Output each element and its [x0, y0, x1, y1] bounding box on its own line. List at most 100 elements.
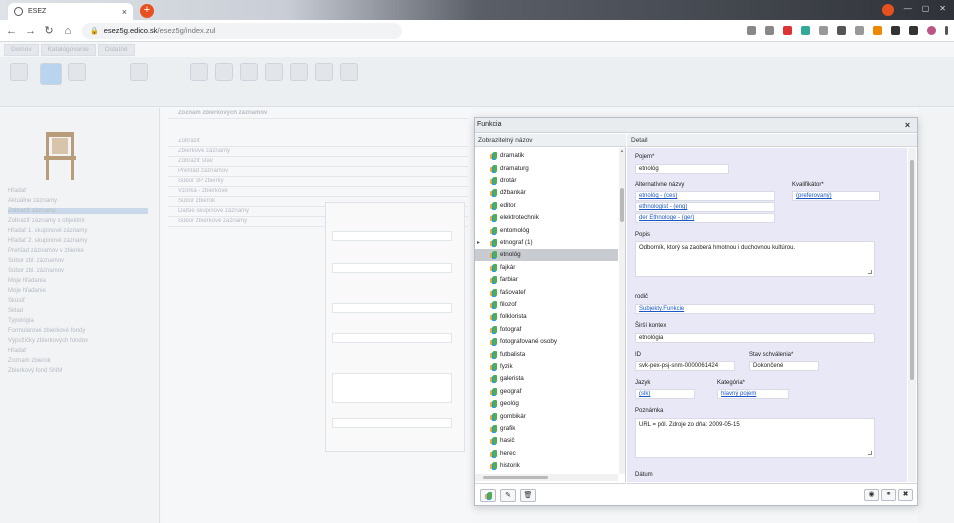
list-item[interactable]: dramatik [475, 150, 618, 162]
menu-icon[interactable] [945, 26, 948, 35]
left-row[interactable]: Zobraziť záznamy [8, 208, 148, 214]
list-item[interactable]: fajkár [475, 262, 618, 274]
ribbon-button[interactable] [190, 63, 208, 81]
home-icon[interactable]: ⌂ [63, 25, 73, 37]
left-row[interactable]: Výpožičky zbierkových fondov [8, 338, 88, 344]
list-item[interactable]: historik [475, 460, 618, 472]
qualifier-field[interactable]: (preferovaný) [792, 191, 880, 201]
language-field[interactable]: (slk) [635, 389, 695, 399]
left-row[interactable]: Súbor zbl. záznamov [8, 258, 64, 264]
alt-name-field[interactable]: etnológ - (ces) [635, 191, 775, 201]
list-item[interactable]: dramaturg [475, 162, 618, 174]
list-item[interactable]: geológ [475, 398, 618, 410]
extension-icon[interactable] [783, 26, 792, 35]
list-item[interactable]: fotograf [475, 324, 618, 336]
sidebar-icon[interactable] [909, 26, 918, 35]
subpanel-field[interactable] [332, 333, 452, 343]
alt-name-link[interactable]: ethnologist - (eng) [639, 204, 687, 210]
browser-tab[interactable]: ESEZ × [8, 3, 133, 20]
left-row[interactable]: Hľadať 1. skupinové záznamy [8, 228, 87, 234]
alt-name-field[interactable]: der Ethnologe - (ger) [635, 213, 775, 223]
mid-row[interactable]: Zbierkové záznamy [168, 148, 468, 157]
list-item[interactable]: gombikár [475, 410, 618, 422]
alt-name-field[interactable]: ethnologist - (eng) [635, 202, 775, 212]
list-item[interactable]: drotár [475, 175, 618, 187]
alt-name-link[interactable]: etnológ - (ces) [639, 193, 677, 199]
list-item[interactable]: editor [475, 200, 618, 212]
expand-icon[interactable]: ▸ [477, 239, 483, 246]
back-icon[interactable]: ← [6, 25, 17, 37]
scrollbar-thumb[interactable] [620, 188, 624, 222]
subpanel-field[interactable] [332, 373, 452, 403]
pojem-field[interactable]: etnológ [635, 164, 729, 174]
reload-icon[interactable]: ↻ [44, 24, 54, 37]
minimize-icon[interactable]: — [904, 4, 912, 16]
list-item[interactable]: fyzik [475, 361, 618, 373]
list-item[interactable]: hasič [475, 435, 618, 447]
list-item[interactable]: folklorista [475, 311, 618, 323]
mid-row[interactable]: Vzorka - zbierkové [168, 188, 468, 197]
left-row[interactable]: Hľadať 2. skupinové záznamy [8, 238, 87, 244]
list-item[interactable]: farbiar [475, 274, 618, 286]
add-button[interactable] [480, 488, 496, 502]
resize-grip-icon[interactable] [868, 451, 872, 455]
left-row[interactable]: Zoznam zbierok [8, 358, 51, 364]
ribbon-button[interactable] [130, 63, 148, 81]
list-column-header[interactable]: Zobrazitelný názov [475, 134, 626, 147]
list-vertical-scrollbar[interactable]: ▲ [619, 148, 625, 474]
subpanel-field[interactable] [332, 303, 452, 313]
subpanel-field[interactable] [332, 418, 452, 428]
alt-name-link[interactable]: der Ethnologe - (ger) [639, 215, 694, 221]
forward-icon[interactable]: → [25, 25, 36, 37]
language-link[interactable]: (slk) [639, 391, 650, 397]
subpanel-field[interactable] [332, 263, 452, 273]
list-item[interactable]: džbankár [475, 187, 618, 199]
list-item[interactable]: entomológ [475, 224, 618, 236]
left-row[interactable]: Skúsiť [8, 298, 25, 304]
tab-close-icon[interactable]: × [122, 7, 127, 17]
scrollbar-thumb[interactable] [483, 476, 548, 479]
detail-vertical-scrollbar[interactable] [908, 148, 916, 482]
list-item[interactable]: ▸ etnograf (1) [475, 237, 618, 249]
edit-button[interactable]: ✎ [500, 488, 516, 502]
list-item[interactable]: galerista [475, 373, 618, 385]
share-icon[interactable] [747, 26, 756, 35]
ribbon-button[interactable] [290, 63, 308, 81]
left-row[interactable]: Aktuálne záznamy [8, 198, 57, 204]
left-row[interactable]: Typológia [8, 318, 34, 324]
approval-status-field[interactable]: Dokončené [749, 361, 819, 371]
list-item[interactable]: etnológ [475, 249, 618, 261]
ribbon-button[interactable] [10, 63, 28, 81]
left-row[interactable]: Prehľad záznamov v zbierke [8, 248, 84, 254]
close-button[interactable]: ✖ [898, 489, 913, 501]
list-horizontal-scrollbar[interactable] [475, 474, 618, 481]
scrollbar-thumb[interactable] [910, 160, 914, 380]
broader-context-field[interactable]: etnológia [635, 333, 875, 343]
view-button[interactable]: ◉ [864, 489, 879, 501]
left-row[interactable]: Zobraziť záznamy s objektmi [8, 218, 85, 224]
parent-link[interactable]: Subjekty.Funkcie [639, 306, 684, 312]
ribbon-button[interactable] [68, 63, 86, 81]
url-input[interactable]: 🔒 esez5g.edico.sk/esez5g/index.zul [82, 22, 402, 39]
ribbon-button[interactable] [265, 63, 283, 81]
ribbon-button[interactable] [215, 63, 233, 81]
list-item[interactable]: geograf [475, 386, 618, 398]
left-row[interactable]: Moje hľadanie [8, 288, 46, 294]
mid-row[interactable]: Súbor 3P zbierky [168, 178, 468, 187]
subpanel-field[interactable] [332, 231, 452, 241]
ribbon-tab-catalog[interactable]: Katalógovanie [40, 44, 96, 56]
list-item[interactable]: futbalista [475, 348, 618, 360]
window-close-icon[interactable]: ✕ [939, 4, 946, 16]
ribbon-button[interactable] [340, 63, 358, 81]
list-item[interactable]: fotografované osoby [475, 336, 618, 348]
profile-icon[interactable] [881, 4, 894, 16]
scroll-up-icon[interactable]: ▲ [619, 148, 625, 153]
extension-icon[interactable] [855, 26, 864, 35]
ribbon-button[interactable] [315, 63, 333, 81]
new-tab-button[interactable]: + [140, 4, 154, 18]
left-row[interactable]: Sklad [8, 308, 23, 314]
ribbon-button[interactable] [40, 63, 62, 85]
mid-row[interactable]: Zobraziť [168, 138, 468, 147]
extension-icon[interactable] [801, 26, 810, 35]
resize-grip-icon[interactable] [868, 270, 872, 274]
